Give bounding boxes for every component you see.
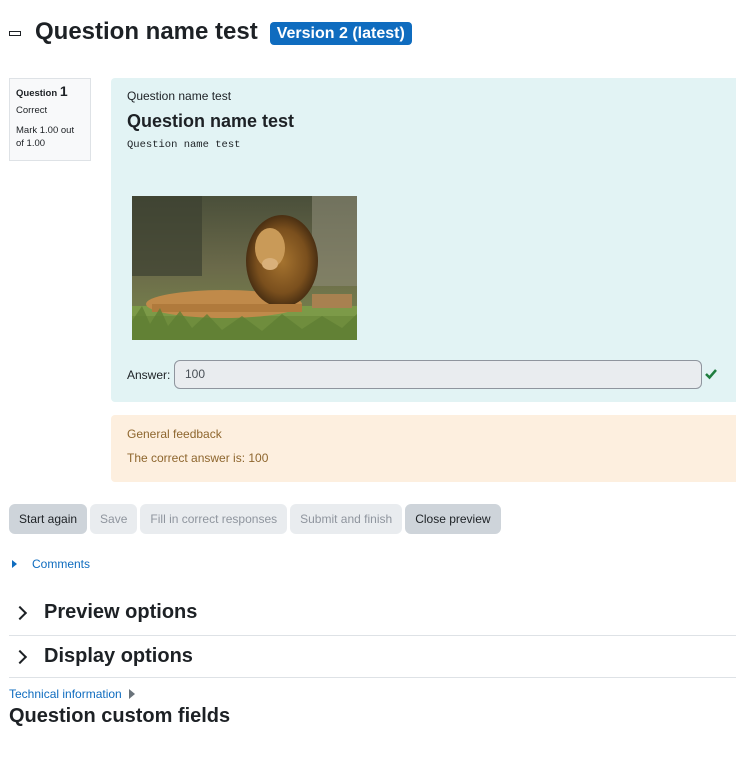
question-info-panel: Question 1 Correct Mark 1.00 out of 1.00 bbox=[9, 78, 91, 161]
preview-options-section[interactable]: Preview options bbox=[9, 601, 736, 624]
close-preview-button[interactable]: Close preview bbox=[405, 504, 501, 534]
chevron-right-icon bbox=[12, 649, 28, 664]
version-badge: Version 2 (latest) bbox=[269, 22, 412, 45]
question-heading: Question name test bbox=[127, 111, 295, 131]
divider bbox=[9, 635, 736, 636]
submit-finish-button[interactable]: Submit and finish bbox=[290, 504, 403, 534]
answer-label: Answer: bbox=[127, 368, 171, 382]
lion-photo bbox=[132, 196, 357, 340]
page-header: Question name test Version 2 (latest) bbox=[9, 18, 412, 46]
caret-right-icon bbox=[128, 689, 135, 699]
comments-label: Comments bbox=[32, 557, 91, 571]
chevron-right-icon bbox=[12, 605, 28, 620]
divider bbox=[9, 677, 736, 678]
question-text: Question name test bbox=[127, 139, 241, 151]
feedback-text: The correct answer is: 100 bbox=[127, 451, 269, 465]
save-button[interactable]: Save bbox=[90, 504, 138, 534]
check-icon bbox=[705, 369, 717, 380]
question-number: Question 1 bbox=[16, 83, 84, 100]
caret-right-icon bbox=[12, 560, 17, 568]
feedback-title: General feedback bbox=[127, 427, 222, 441]
question-formulation: Question name test Question name test Qu… bbox=[111, 78, 736, 402]
question-grade: Mark 1.00 out of 1.00 bbox=[16, 125, 75, 149]
question-number-value: 1 bbox=[59, 83, 68, 99]
technical-info-toggle[interactable]: Technical information bbox=[9, 687, 135, 701]
control-buttons: Start again Save Fill in correct respons… bbox=[9, 504, 504, 534]
preview-options-title: Preview options bbox=[44, 601, 198, 623]
start-again-button[interactable]: Start again bbox=[9, 504, 88, 534]
collapse-icon[interactable] bbox=[9, 30, 21, 36]
question-label: Question bbox=[16, 88, 58, 99]
technical-info-label: Technical information bbox=[9, 687, 122, 701]
display-options-title: Display options bbox=[44, 645, 193, 667]
answer-input[interactable]: 100 bbox=[174, 360, 702, 389]
question-state: Correct bbox=[16, 105, 48, 116]
custom-fields-title: Question custom fields bbox=[9, 705, 231, 727]
general-feedback: General feedback The correct answer is: … bbox=[111, 415, 736, 482]
fill-correct-button[interactable]: Fill in correct responses bbox=[140, 504, 288, 534]
page-title: Question name test bbox=[35, 18, 258, 45]
comments-toggle[interactable]: Comments bbox=[12, 557, 90, 571]
question-name-small: Question name test bbox=[127, 89, 232, 103]
display-options-section[interactable]: Display options bbox=[9, 645, 736, 668]
